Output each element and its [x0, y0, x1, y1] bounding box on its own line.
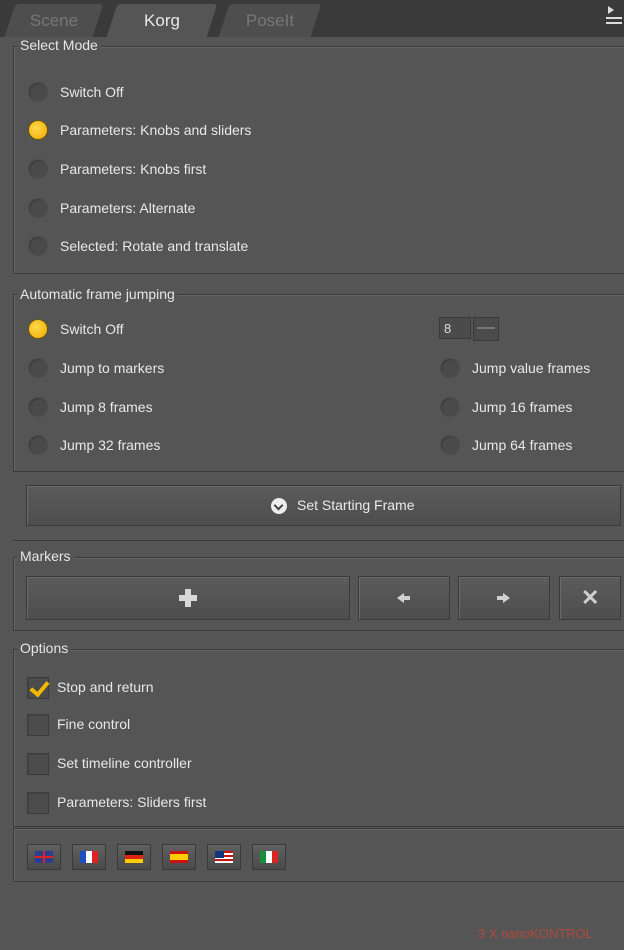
uk-flag-icon: [35, 851, 53, 863]
select-mode-title: Select Mode: [17, 37, 101, 53]
jump-value-field[interactable]: 8: [439, 317, 471, 339]
language-italian-button[interactable]: [252, 844, 286, 870]
checkbox-stop-and-return[interactable]: [27, 676, 50, 699]
radio-rotate-translate[interactable]: [29, 237, 47, 255]
germany-flag-icon: [125, 851, 143, 863]
radio-jump-value-frames[interactable]: [441, 359, 459, 377]
language-german-button[interactable]: [117, 844, 151, 870]
checkbox-label: Stop and return: [57, 679, 154, 695]
language-french-button[interactable]: [72, 844, 106, 870]
footer-device-text: 3 X nanoKONTROL: [478, 926, 593, 941]
options-title: Options: [17, 640, 72, 656]
checkbox-label: Fine control: [57, 716, 131, 732]
tab-korg[interactable]: Korg: [106, 4, 218, 37]
radio-label: Jump 64 frames: [472, 437, 573, 453]
france-flag-icon: [80, 851, 98, 863]
radio-jump-16[interactable]: [441, 398, 459, 416]
close-icon: ✕: [581, 585, 600, 610]
checkbox-fine-control[interactable]: [27, 714, 49, 736]
jump-value-stepper[interactable]: [473, 317, 499, 341]
radio-label: Jump 16 frames: [472, 399, 573, 415]
radio-label: Switch Off: [60, 84, 124, 100]
radio-jump-32[interactable]: [29, 436, 47, 454]
malaysia-flag-icon: [215, 851, 233, 863]
radio-label: Jump 32 frames: [60, 437, 161, 453]
radio-knobs-first[interactable]: [29, 160, 47, 178]
add-marker-button[interactable]: [26, 576, 350, 620]
radio-label: Selected: Rotate and translate: [60, 238, 249, 254]
arrow-left-icon: [397, 593, 404, 603]
panel-menu-icon[interactable]: [606, 6, 622, 26]
radio-jump-switch-off[interactable]: [29, 320, 47, 338]
set-starting-frame-label: Set Starting Frame: [297, 497, 415, 513]
spain-flag-icon: [170, 851, 188, 863]
radio-label: Parameters: Knobs first: [60, 161, 207, 177]
radio-label: Jump to markers: [60, 360, 165, 376]
checkbox-label: Parameters: Sliders first: [57, 794, 207, 810]
checkbox-label: Set timeline controller: [57, 755, 192, 771]
radio-label: Parameters: Knobs and sliders: [60, 122, 252, 138]
next-marker-button[interactable]: [458, 576, 550, 620]
checkbox-set-timeline-controller[interactable]: [27, 753, 49, 775]
radio-label: Jump value frames: [472, 360, 591, 376]
radio-jump-64[interactable]: [441, 436, 459, 454]
language-uk-button[interactable]: [27, 844, 61, 870]
radio-jump-8[interactable]: [29, 398, 47, 416]
italy-flag-icon: [260, 851, 278, 863]
set-starting-frame-button[interactable]: Set Starting Frame: [26, 485, 621, 526]
markers-title: Markers: [17, 548, 74, 564]
language-spanish-button[interactable]: [162, 844, 196, 870]
add-icon: [179, 589, 197, 607]
checkmark-icon: [29, 676, 50, 698]
radio-knobs-and-sliders[interactable]: [29, 121, 47, 139]
frame-jumping-title: Automatic frame jumping: [17, 286, 178, 302]
tab-poseit[interactable]: PoseIt: [218, 4, 322, 37]
radio-label: Parameters: Alternate: [60, 200, 196, 216]
radio-label: Switch Off: [60, 321, 124, 337]
checkbox-sliders-first[interactable]: [27, 792, 49, 814]
tab-scene[interactable]: Scene: [4, 4, 104, 37]
radio-alternate[interactable]: [29, 199, 47, 217]
previous-marker-button[interactable]: [358, 576, 450, 620]
radio-switch-off[interactable]: [29, 83, 47, 101]
radio-jump-to-markers[interactable]: [29, 359, 47, 377]
chevron-down-icon: [271, 498, 287, 514]
language-malay-button[interactable]: [207, 844, 241, 870]
delete-marker-button[interactable]: ✕: [559, 576, 621, 620]
radio-label: Jump 8 frames: [60, 399, 153, 415]
markers-divider: [13, 540, 624, 541]
tab-bar: Scene PoseIt Korg: [0, 0, 624, 37]
arrow-right-icon: [503, 593, 510, 603]
